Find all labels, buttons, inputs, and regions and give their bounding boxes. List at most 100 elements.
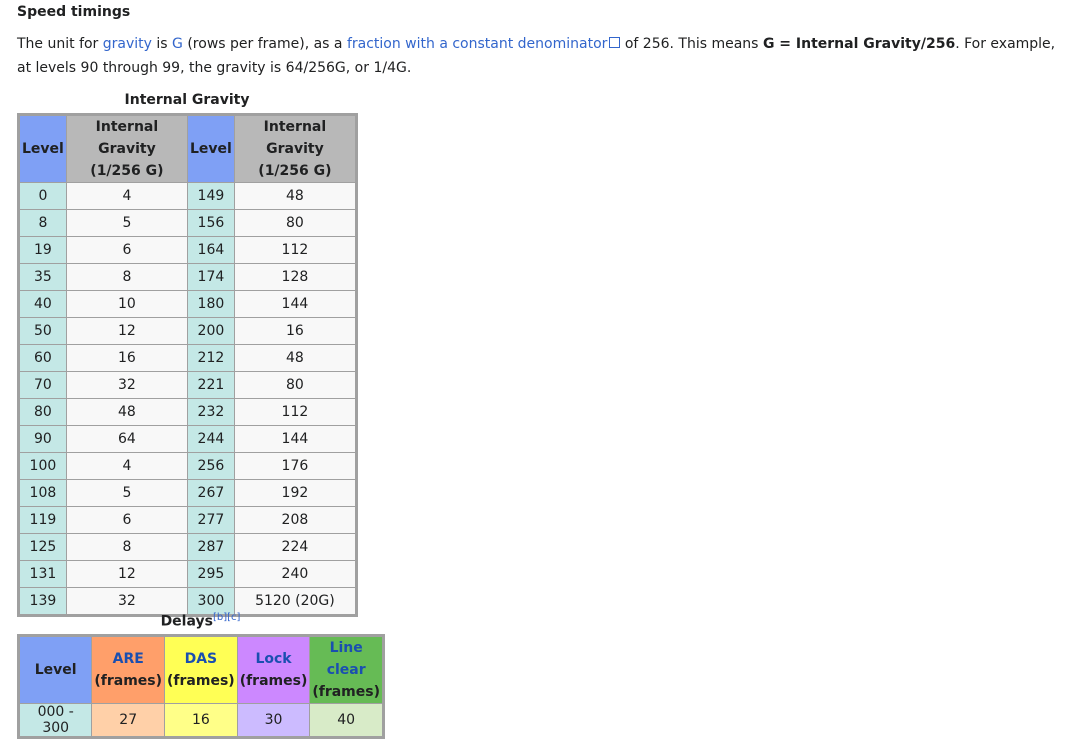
fraction-link[interactable]: fraction with a constant denominator	[347, 36, 607, 52]
table-row: 70 32 221 80	[18, 371, 358, 399]
gravity-cell: 6	[65, 236, 189, 264]
text: The unit for	[17, 36, 103, 52]
are-cell: 27	[91, 703, 166, 738]
gravity-cell: 48	[65, 398, 189, 426]
level-header: Level	[187, 114, 235, 183]
gravity-header: Internal Gravity (1/256 G)	[65, 114, 189, 183]
g-link[interactable]: G	[172, 36, 183, 52]
line-clear-link[interactable]: Line clear	[327, 640, 366, 678]
table-row: 80 48 232 112	[18, 398, 358, 426]
das-link[interactable]: DAS	[185, 651, 218, 667]
text: (frames)	[239, 673, 308, 689]
gravity-cell: 16	[65, 344, 189, 372]
gravity-cell: 16	[233, 317, 358, 345]
level-cell: 0	[18, 182, 67, 210]
table-row: 8 5 156 80	[18, 209, 358, 237]
gravity-cell: 208	[233, 506, 358, 534]
gravity-cell: 192	[233, 479, 358, 507]
level-cell: 164	[187, 236, 235, 264]
table-row: 60 16 212 48	[18, 344, 358, 372]
text: (frames)	[167, 673, 235, 689]
das-header: DAS (frames)	[164, 635, 238, 704]
delays-table-caption: Delays[b][c]	[17, 612, 384, 630]
table-row: 35 8 174 128	[18, 263, 358, 291]
gravity-header: Internal Gravity (1/256 G)	[233, 114, 358, 183]
gravity-cell: 128	[233, 263, 358, 291]
gravity-cell: 5	[65, 479, 189, 507]
are-link[interactable]: ARE	[113, 651, 144, 667]
external-link-icon	[609, 37, 621, 48]
level-cell: 35	[18, 263, 67, 291]
gravity-cell: 12	[65, 317, 189, 345]
level-cell: 108	[18, 479, 67, 507]
level-cell: 149	[187, 182, 235, 210]
level-cell: 19	[18, 236, 67, 264]
line-clear-header: Line clear (frames)	[309, 635, 384, 704]
gravity-cell: 48	[233, 182, 358, 210]
gravity-cell: 6	[65, 506, 189, 534]
ref-c-link[interactable]: [c]	[227, 612, 240, 623]
gravity-cell: 5	[65, 209, 189, 237]
intro-paragraph: The unit for gravity is G (rows per fram…	[17, 32, 1062, 80]
text: Delays	[160, 613, 213, 630]
gravity-table: Level Internal Gravity (1/256 G) Level In…	[17, 113, 358, 617]
level-cell: 8	[18, 209, 67, 237]
gravity-cell: 80	[233, 371, 358, 399]
level-cell: 295	[187, 560, 235, 588]
level-cell: 232	[187, 398, 235, 426]
gravity-cell: 224	[233, 533, 358, 561]
formula: G = Internal Gravity/256	[762, 36, 956, 52]
level-cell: 70	[18, 371, 67, 399]
gravity-cell: 80	[233, 209, 358, 237]
level-cell: 287	[187, 533, 235, 561]
table-row: 50 12 200 16	[18, 317, 358, 345]
gravity-cell: 48	[233, 344, 358, 372]
level-cell: 212	[187, 344, 235, 372]
text: is	[151, 36, 173, 52]
gravity-cell: 64	[65, 425, 189, 453]
gravity-cell: 240	[233, 560, 358, 588]
lock-cell: 30	[236, 703, 311, 738]
level-cell: 100	[18, 452, 67, 480]
text: (frames)	[312, 684, 380, 700]
gravity-cell: 176	[233, 452, 358, 480]
level-cell: 221	[187, 371, 235, 399]
level-cell: 125	[18, 533, 67, 561]
level-cell: 200	[187, 317, 235, 345]
gravity-cell: 112	[233, 398, 358, 426]
ref-b-link[interactable]: [b]	[213, 612, 227, 623]
gravity-cell: 112	[233, 236, 358, 264]
table-row: 000 - 300 27 16 30 40	[17, 703, 384, 738]
text: (frames)	[94, 673, 163, 689]
table-row: 125 8 287 224	[18, 533, 358, 561]
level-cell: 156	[187, 209, 235, 237]
level-cell: 174	[187, 263, 235, 291]
table-row: 19 6 164 112	[18, 236, 358, 264]
level-cell: 40	[18, 290, 67, 318]
gravity-cell: 4	[65, 452, 189, 480]
text: (1/256 G)	[258, 163, 332, 179]
lock-header: Lock (frames)	[236, 635, 311, 704]
table-row: 90 64 244 144	[18, 425, 358, 453]
level-cell: 119	[18, 506, 67, 534]
text: (rows per frame), as a	[182, 36, 347, 52]
level-cell: 256	[187, 452, 235, 480]
gravity-table-caption: Internal Gravity	[124, 92, 250, 108]
level-cell: 80	[18, 398, 67, 426]
level-cell: 60	[18, 344, 67, 372]
level-cell: 277	[187, 506, 235, 534]
gravity-cell: 8	[65, 533, 189, 561]
lock-link[interactable]: Lock	[255, 651, 291, 667]
gravity-cell: 8	[65, 263, 189, 291]
table-row: 100 4 256 176	[18, 452, 358, 480]
text: (1/256 G)	[90, 163, 164, 179]
gravity-cell: 32	[65, 371, 189, 399]
level-cell: 267	[187, 479, 235, 507]
table-row: 40 10 180 144	[18, 290, 358, 318]
gravity-link[interactable]: gravity	[103, 36, 152, 52]
table-row: 119 6 277 208	[18, 506, 358, 534]
table-row: 0 4 149 48	[18, 182, 358, 210]
section-heading: Speed timings	[17, 4, 131, 20]
gravity-cell: 12	[65, 560, 189, 588]
level-header: Level	[18, 114, 67, 183]
